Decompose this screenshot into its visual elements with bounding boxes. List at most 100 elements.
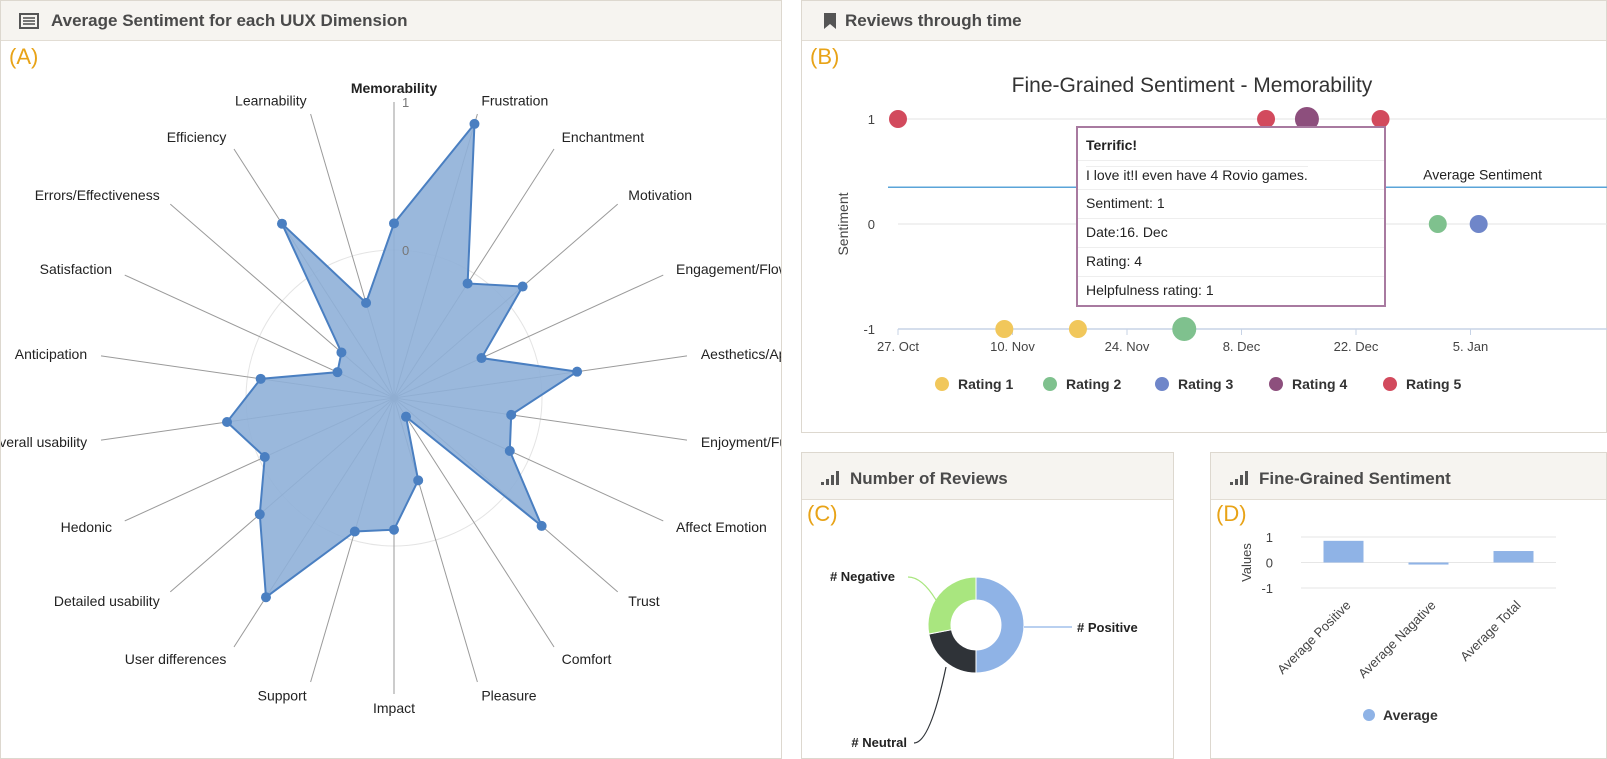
- radar-category-label: Affect Emotion: [676, 519, 767, 535]
- radar-point: [336, 347, 347, 358]
- panel-reviews-time: Reviews through time (B) Fine-Grained Se…: [801, 0, 1607, 433]
- tooltip-review: I love it!I even have 4 Rovio games.: [1086, 166, 1308, 183]
- radar-point: [332, 367, 343, 378]
- radar-category-label: Trust: [628, 593, 659, 609]
- radar-category-label: Frustration: [481, 93, 548, 109]
- y-tick-label: -1: [1261, 581, 1273, 596]
- donut-label: # Neutral: [851, 735, 907, 750]
- radar-chart: Memorability Frustration Enchantment Motiva…: [1, 80, 781, 716]
- data-point: [1068, 320, 1087, 338]
- y-axis-label: Values: [1239, 543, 1254, 582]
- radar-category-label: Motivation: [628, 187, 692, 203]
- panel-title: Number of Reviews: [850, 469, 1008, 488]
- legend-label: Rating 2: [1066, 376, 1121, 392]
- tooltip-date: Date:16. Dec: [1086, 224, 1168, 240]
- legend-marker: [1383, 377, 1397, 391]
- radar-tick-label: 1: [402, 95, 409, 110]
- x-tick-label: 10. Nov: [990, 339, 1035, 354]
- bar: [1323, 540, 1364, 563]
- bar-chart: 1 0 -1 Values Average Positive Average Nagati…: [1239, 530, 1556, 723]
- radar-point: [276, 218, 287, 229]
- radar-point: [506, 409, 517, 420]
- signal-bars-icon: [1230, 471, 1248, 485]
- panel-number-reviews: Number of Reviews (C) # Positive # Neutra…: [801, 452, 1174, 759]
- tooltip-helpfulness: Helpfulness rating: 1: [1086, 282, 1214, 298]
- bar: [1493, 551, 1534, 563]
- legend-label: Rating 5: [1406, 376, 1461, 392]
- radar-point: [476, 353, 487, 364]
- legend-label: Rating 4: [1292, 376, 1347, 392]
- radar-category-label: Comfort: [562, 651, 612, 667]
- x-tick-label: 24. Nov: [1105, 339, 1150, 354]
- data-point: [995, 320, 1014, 338]
- radar-point: [389, 524, 399, 535]
- radar-point: [349, 526, 360, 537]
- radar-category-label: Learnability: [235, 93, 307, 109]
- panel-header: Average Sentiment for each UUX Dimension: [1, 1, 781, 41]
- radar-category-label: Memorability: [351, 80, 438, 96]
- donut-label: # Positive: [1077, 620, 1138, 635]
- radar-category-label: Anticipation: [15, 346, 87, 362]
- panel-title: Average Sentiment for each UUX Dimension: [51, 11, 408, 30]
- radar-point: [259, 452, 270, 463]
- x-tick-label: Average Positive: [1274, 598, 1353, 677]
- tooltip-sentiment: Sentiment: 1: [1086, 195, 1165, 211]
- donut-connector: [913, 666, 947, 744]
- radar-point: [221, 417, 232, 428]
- radar-point: [401, 411, 412, 422]
- radar-point: [462, 278, 473, 289]
- average-label: Average Sentiment: [1423, 166, 1542, 182]
- legend-label: Average: [1383, 707, 1438, 723]
- panel-title: Fine-Grained Sentiment: [1259, 469, 1451, 488]
- x-tick-label: Average Nagative: [1355, 598, 1439, 682]
- legend-marker: [1043, 377, 1057, 391]
- x-tick-label: 22. Dec: [1334, 339, 1379, 354]
- radar-tick-label: 0: [402, 243, 409, 258]
- data-point: [1428, 215, 1447, 233]
- donut-chart: # Positive # Neutral # Negative: [830, 569, 1138, 750]
- data-point: [889, 110, 907, 128]
- y-axis-label: Sentiment: [835, 192, 851, 255]
- radar-category-label: User differences: [125, 651, 227, 667]
- data-point: [1469, 215, 1488, 233]
- x-tick-label: 27. Oct: [877, 339, 919, 354]
- radar-category-label: Efficiency: [167, 129, 227, 145]
- legend-label: Rating 3: [1178, 376, 1233, 392]
- radar-point: [536, 520, 547, 531]
- radar-category-label: Hedonic: [61, 519, 112, 535]
- panel-header: Fine-Grained Sentiment: [1211, 453, 1606, 500]
- radar-point: [504, 445, 515, 456]
- x-tick-label: 8. Dec: [1223, 339, 1261, 354]
- donut-slice: [927, 576, 977, 635]
- radar-category-label: Enjoyment/Fun: [701, 434, 781, 450]
- panel-header: Reviews through time: [802, 1, 1606, 41]
- legend-label: Rating 1: [958, 376, 1013, 392]
- x-tick-label: Average Total: [1457, 597, 1524, 664]
- tooltip-rating: Rating: 4: [1086, 253, 1143, 269]
- radar-point: [469, 118, 480, 129]
- y-tick-label: 1: [1266, 530, 1273, 545]
- panel-fine-grained: Fine-Grained Sentiment (D) 1 0 -1 Values Ave…: [1210, 452, 1607, 759]
- donut-slice: [928, 629, 977, 674]
- radar-point: [413, 475, 424, 486]
- data-point: [1172, 317, 1197, 341]
- radar-point: [255, 373, 266, 384]
- bar: [1408, 562, 1449, 565]
- radar-point: [254, 509, 265, 520]
- y-tick-label: 0: [1266, 556, 1273, 571]
- radar-point: [361, 297, 372, 308]
- panel-header: Number of Reviews: [802, 453, 1173, 500]
- radar-category-label: Satisfaction: [40, 261, 112, 277]
- radar-category-label: Engagement/Flow: [676, 261, 781, 277]
- signal-bars-icon: [821, 471, 839, 485]
- y-tick-label: 0: [868, 217, 875, 232]
- radar-category-label: Overall usability: [1, 434, 87, 450]
- radar-category-label: Aesthetics/Appeal: [701, 346, 781, 362]
- y-tick-label: -1: [863, 322, 875, 337]
- radar-category-label: Pleasure: [481, 687, 536, 703]
- legend-marker: [1155, 377, 1169, 391]
- panel-uux-sentiment: Average Sentiment for each UUX Dimension…: [0, 0, 782, 759]
- radar-category-label: Support: [258, 687, 307, 703]
- radar-category-label: Enchantment: [562, 129, 645, 145]
- legend-marker: [1269, 377, 1283, 391]
